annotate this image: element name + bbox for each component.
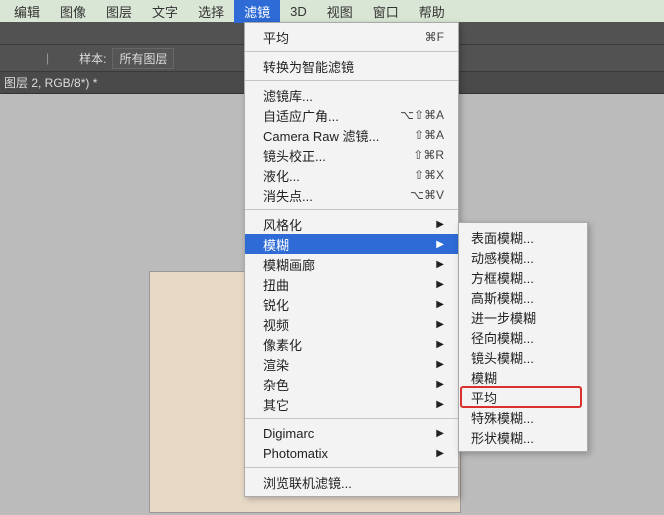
submenu-item-方框模糊...[interactable]: 方框模糊... [459, 267, 587, 287]
menu-item-其它[interactable]: 其它▶ [245, 394, 458, 414]
submenu-item-进一步模糊[interactable]: 进一步模糊 [459, 307, 587, 327]
menu-帮助[interactable]: 帮助 [409, 0, 455, 23]
filter-menu: 平均⌘F 转换为智能滤镜滤镜库...自适应广角...⌥⇧⌘ACamera Raw … [244, 22, 459, 497]
menu-视图[interactable]: 视图 [317, 0, 363, 23]
menu-item-液化...[interactable]: 液化...⇧⌘X [245, 165, 458, 185]
submenu-item-径向模糊...[interactable]: 径向模糊... [459, 327, 587, 347]
menu-item-平均[interactable]: 平均⌘F [245, 27, 458, 47]
menu-item-滤镜库...[interactable]: 滤镜库... [245, 85, 458, 105]
menu-item-像素化[interactable]: 像素化▶ [245, 334, 458, 354]
menu-item-Camera Raw 滤镜...[interactable]: Camera Raw 滤镜...⇧⌘A [245, 125, 458, 145]
submenu-item-高斯模糊...[interactable]: 高斯模糊... [459, 287, 587, 307]
menu-选择[interactable]: 选择 [188, 0, 234, 23]
menu-编辑[interactable]: 编辑 [4, 0, 50, 23]
menu-文字[interactable]: 文字 [142, 0, 188, 23]
menu-item-转换为智能滤镜[interactable]: 转换为智能滤镜 [245, 56, 458, 76]
submenu-arrow-icon: ▶ [436, 399, 444, 410]
submenu-item-平均[interactable]: 平均 [459, 387, 587, 407]
menu-item-Digimarc[interactable]: Digimarc▶ [245, 423, 458, 443]
menu-item-模糊画廊[interactable]: 模糊画廊▶ [245, 254, 458, 274]
submenu-arrow-icon: ▶ [436, 219, 444, 230]
menu-3D[interactable]: 3D [280, 2, 317, 21]
submenu-item-特殊模糊...[interactable]: 特殊模糊... [459, 407, 587, 427]
menu-窗口[interactable]: 窗口 [363, 0, 409, 23]
menu-item-杂色[interactable]: 杂色▶ [245, 374, 458, 394]
menu-item-消失点...[interactable]: 消失点...⌥⌘V [245, 185, 458, 205]
submenu-arrow-icon: ▶ [436, 319, 444, 330]
submenu-item-镜头模糊...[interactable]: 镜头模糊... [459, 347, 587, 367]
submenu-arrow-icon: ▶ [436, 339, 444, 350]
submenu-arrow-icon: ▶ [436, 359, 444, 370]
submenu-item-动感模糊...[interactable]: 动感模糊... [459, 247, 587, 267]
blur-submenu: 表面模糊...动感模糊...方框模糊...高斯模糊...进一步模糊径向模糊...… [458, 222, 588, 452]
menubar: 编辑图像图层文字选择滤镜3D视图窗口帮助 [0, 0, 664, 22]
submenu-arrow-icon: ▶ [436, 379, 444, 390]
submenu-arrow-icon: ▶ [436, 279, 444, 290]
submenu-arrow-icon: ▶ [436, 259, 444, 270]
submenu-item-模糊[interactable]: 模糊 [459, 367, 587, 387]
menu-item-锐化[interactable]: 锐化▶ [245, 294, 458, 314]
menu-item-镜头校正...[interactable]: 镜头校正...⇧⌘R [245, 145, 458, 165]
menu-item-渲染[interactable]: 渲染▶ [245, 354, 458, 374]
sample-dropdown[interactable]: 所有图层 [112, 48, 174, 69]
menu-item-Photomatix[interactable]: Photomatix▶ [245, 443, 458, 463]
menu-item-风格化[interactable]: 风格化▶ [245, 214, 458, 234]
submenu-arrow-icon: ▶ [436, 448, 444, 459]
menu-滤镜[interactable]: 滤镜 [234, 0, 280, 23]
submenu-item-形状模糊...[interactable]: 形状模糊... [459, 427, 587, 447]
menu-item-模糊[interactable]: 模糊▶ [245, 234, 458, 254]
sample-label: 样本: [79, 50, 106, 67]
submenu-arrow-icon: ▶ [436, 428, 444, 439]
menu-item-扭曲[interactable]: 扭曲▶ [245, 274, 458, 294]
submenu-arrow-icon: ▶ [436, 239, 444, 250]
menu-item-视频[interactable]: 视频▶ [245, 314, 458, 334]
menu-item-浏览联机滤镜...[interactable]: 浏览联机滤镜... [245, 472, 458, 492]
menu-图层[interactable]: 图层 [96, 0, 142, 23]
menu-图像[interactable]: 图像 [50, 0, 96, 23]
submenu-arrow-icon: ▶ [436, 299, 444, 310]
menu-item-自适应广角...[interactable]: 自适应广角...⌥⇧⌘A [245, 105, 458, 125]
submenu-item-表面模糊...[interactable]: 表面模糊... [459, 227, 587, 247]
